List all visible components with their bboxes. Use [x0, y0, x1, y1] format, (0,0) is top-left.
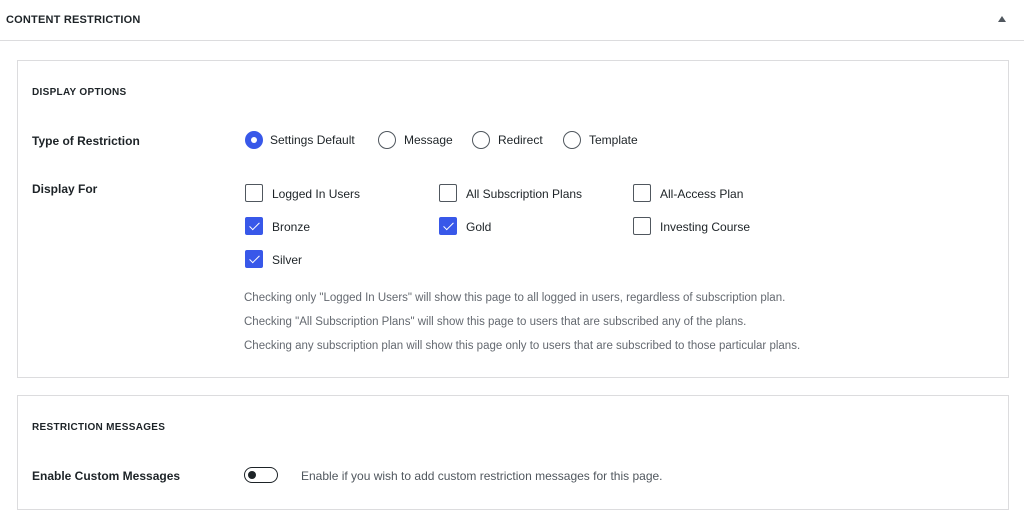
radio-message[interactable]	[378, 131, 396, 149]
display-for-label: Display For	[32, 182, 98, 196]
enable-custom-messages-toggle[interactable]	[244, 467, 278, 483]
help-text-logged-in: Checking only "Logged In Users" will sho…	[244, 292, 786, 304]
checkbox-bronze[interactable]	[245, 217, 263, 235]
enable-custom-messages-label: Enable Custom Messages	[32, 469, 181, 483]
help-text-all-plans: Checking "All Subscription Plans" will s…	[244, 316, 747, 328]
restriction-messages-title: RESTRICTION MESSAGES	[32, 422, 166, 433]
checkbox-silver-label: Silver	[272, 253, 303, 267]
radio-template[interactable]	[563, 131, 581, 149]
metabox-header: CONTENT RESTRICTION	[0, 0, 1024, 41]
checkbox-all-access-plan-label: All-Access Plan	[660, 187, 744, 201]
restriction-messages-panel: RESTRICTION MESSAGES Enable Custom Messa…	[17, 395, 1009, 510]
display-options-title: DISPLAY OPTIONS	[32, 87, 127, 98]
enable-custom-messages-description: Enable if you wish to add custom restric…	[301, 469, 663, 483]
triangle-up-icon	[998, 16, 1006, 22]
checkbox-all-subscription-plans-label: All Subscription Plans	[466, 187, 583, 201]
checkbox-investing-course[interactable]	[633, 217, 651, 235]
checkbox-investing-course-label: Investing Course	[660, 220, 751, 234]
toggle-knob	[248, 470, 256, 479]
metabox-title: CONTENT RESTRICTION	[6, 14, 141, 26]
radio-template-label: Template	[589, 133, 638, 147]
checkbox-logged-in-users[interactable]	[245, 184, 263, 202]
checkbox-gold[interactable]	[439, 217, 457, 235]
collapse-toggle-button[interactable]	[988, 0, 1024, 40]
display-options-panel: DISPLAY OPTIONS Type of Restriction Sett…	[17, 60, 1009, 378]
checkbox-bronze-label: Bronze	[272, 220, 311, 234]
radio-redirect[interactable]	[472, 131, 490, 149]
type-of-restriction-label: Type of Restriction	[32, 134, 140, 148]
checkbox-gold-label: Gold	[466, 220, 492, 234]
radio-redirect-label: Redirect	[498, 133, 543, 147]
checkbox-silver[interactable]	[245, 250, 263, 268]
checkbox-all-subscription-plans[interactable]	[439, 184, 457, 202]
help-text-specific-plans: Checking any subscription plan will show…	[244, 340, 801, 352]
radio-message-label: Message	[404, 133, 453, 147]
radio-settings-default[interactable]	[245, 131, 263, 149]
radio-settings-default-label: Settings Default	[270, 133, 355, 147]
checkbox-all-access-plan[interactable]	[633, 184, 651, 202]
checkbox-logged-in-users-label: Logged In Users	[272, 187, 361, 201]
